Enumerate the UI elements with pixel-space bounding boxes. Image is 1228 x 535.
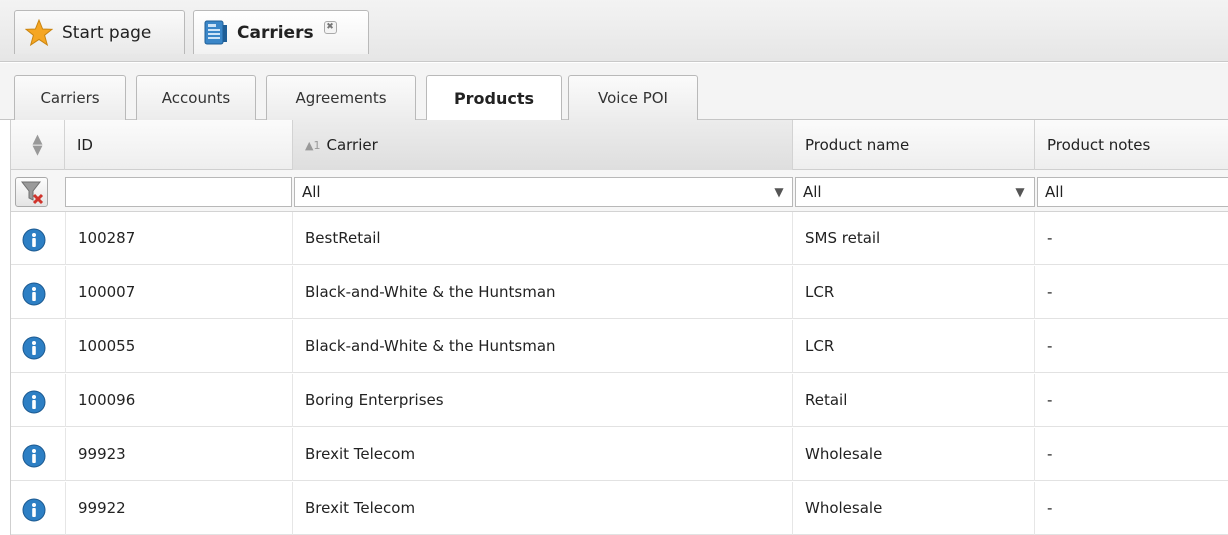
- product-notes-filter-select[interactable]: All: [1037, 177, 1228, 207]
- tab-accounts[interactable]: Accounts: [136, 75, 256, 120]
- cell-carrier: Black-and-White & the Huntsman: [293, 266, 793, 319]
- cell-product-name: SMS retail: [793, 212, 1035, 265]
- column-header-id[interactable]: ID: [65, 120, 293, 170]
- cell-carrier: Black-and-White & the Huntsman: [293, 320, 793, 373]
- cell-id: 99922: [65, 482, 293, 535]
- carrier-filter-value: All: [302, 183, 321, 201]
- cell-product-name: LCR: [793, 266, 1035, 319]
- cell-product-notes: -: [1047, 337, 1053, 355]
- product-notes-filter-value: All: [1045, 183, 1064, 201]
- info-icon[interactable]: [22, 444, 46, 468]
- chevron-down-icon[interactable]: ▼: [766, 177, 792, 207]
- clear-filters-button[interactable]: [15, 177, 48, 207]
- products-grid: ▲ ▼ ID ▲1 Carrier Product name Product no…: [10, 120, 1228, 535]
- grid-header: ▲ ▼ ID ▲1 Carrier Product name Product no…: [11, 120, 1228, 170]
- document-icon: [204, 20, 227, 44]
- carrier-filter-select[interactable]: All: [294, 177, 793, 207]
- cell-carrier: Boring Enterprises: [293, 374, 793, 427]
- cell-product-notes: -: [1047, 445, 1053, 463]
- cell-carrier: Brexit Telecom: [293, 482, 793, 535]
- column-header-product-notes[interactable]: Product notes: [1035, 120, 1228, 170]
- filter-row: All ▼ All ▼ All: [11, 170, 1228, 212]
- close-tab-icon[interactable]: ✖: [323, 21, 337, 34]
- section-tab-bar: Carriers Accounts Agreements Products Vo…: [0, 63, 1228, 121]
- product-name-filter-select[interactable]: All: [795, 177, 1035, 207]
- cell-product-name: Wholesale: [793, 428, 1035, 481]
- cell-product-name: LCR: [793, 320, 1035, 373]
- cell-product-notes: -: [1047, 283, 1053, 301]
- info-icon[interactable]: [22, 498, 46, 522]
- tab-products[interactable]: Products: [426, 75, 562, 121]
- table-row[interactable]: 100287 BestRetail SMS retail -: [11, 212, 1228, 265]
- row-sort-handle[interactable]: ▲ ▼: [11, 120, 65, 170]
- column-header-product-name[interactable]: Product name: [793, 120, 1035, 170]
- product-name-filter-value: All: [803, 183, 822, 201]
- cell-product-notes: -: [1047, 229, 1053, 247]
- id-filter-input[interactable]: [65, 177, 292, 207]
- cell-id: 99923: [65, 428, 293, 481]
- column-header-carrier[interactable]: ▲1 Carrier: [293, 120, 793, 170]
- chevron-down-icon[interactable]: ▼: [1007, 177, 1033, 207]
- tab-voice-poi[interactable]: Voice POI: [568, 75, 698, 120]
- cell-product-notes: -: [1047, 391, 1053, 409]
- info-icon[interactable]: [22, 336, 46, 360]
- tab-carriers-label: Carriers: [237, 22, 314, 43]
- tab-agreements[interactable]: Agreements: [266, 75, 416, 120]
- info-icon[interactable]: [22, 228, 46, 252]
- column-header-product-notes-label: Product notes: [1047, 136, 1151, 154]
- info-icon[interactable]: [22, 390, 46, 414]
- tab-carriers[interactable]: Carriers ✖: [193, 10, 369, 54]
- star-icon: [25, 18, 53, 46]
- top-tab-bar: Start page Carriers ✖: [0, 0, 1228, 62]
- cell-id: 100287: [65, 212, 293, 265]
- cell-product-name: Retail: [793, 374, 1035, 427]
- info-icon[interactable]: [22, 282, 46, 306]
- cell-id: 100007: [65, 266, 293, 319]
- cell-id: 100096: [65, 374, 293, 427]
- tab-start-page-label: Start page: [62, 22, 152, 43]
- tab-carriers-section[interactable]: Carriers: [14, 75, 126, 120]
- cell-carrier: Brexit Telecom: [293, 428, 793, 481]
- column-header-carrier-label: Carrier: [326, 136, 378, 154]
- sort-arrows-icon: ▲ ▼: [32, 132, 43, 158]
- cell-id: 100055: [65, 320, 293, 373]
- table-row[interactable]: 100096 Boring Enterprises Retail -: [11, 374, 1228, 427]
- table-row[interactable]: 100007 Black-and-White & the Huntsman LC…: [11, 266, 1228, 319]
- table-row[interactable]: 99923 Brexit Telecom Wholesale -: [11, 428, 1228, 481]
- cell-product-notes: -: [1047, 499, 1053, 517]
- column-header-product-name-label: Product name: [805, 136, 910, 154]
- filter-clear-icon: [20, 181, 44, 205]
- column-header-id-label: ID: [77, 136, 93, 154]
- cell-product-name: Wholesale: [793, 482, 1035, 535]
- sort-ascending-icon: ▲1: [305, 138, 321, 152]
- cell-carrier: BestRetail: [293, 212, 793, 265]
- table-row[interactable]: 99922 Brexit Telecom Wholesale -: [11, 482, 1228, 535]
- table-row[interactable]: 100055 Black-and-White & the Huntsman LC…: [11, 320, 1228, 373]
- tab-start-page[interactable]: Start page: [14, 10, 185, 54]
